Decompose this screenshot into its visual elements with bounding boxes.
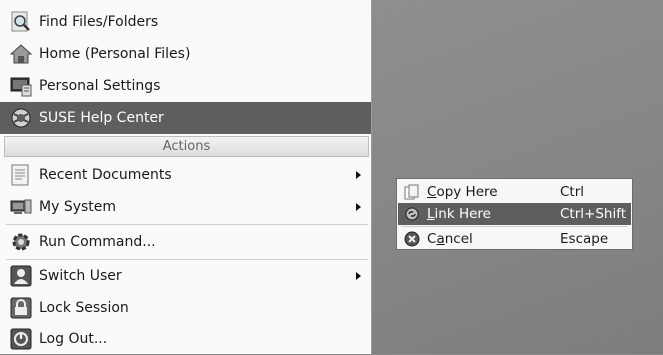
actions-section-header: Actions (4, 136, 369, 157)
menu-item-suse-help-center[interactable]: SUSE Help Center (0, 102, 371, 134)
run-command-icon (10, 231, 32, 253)
context-item-label: ink Here (434, 206, 491, 222)
search-icon (10, 11, 32, 33)
menu-item-log-out[interactable]: Log Out... (0, 323, 371, 355)
menu-item-label: Run Command... (39, 234, 156, 250)
menu-item-label: Switch User (39, 268, 122, 284)
menu-item-label: SUSE Help Center (39, 110, 164, 126)
context-item-cancel[interactable]: Cancel Escape (398, 228, 631, 250)
menu-item-label: Log Out... (39, 331, 108, 347)
start-menu: Find Files/Folders Home (Personal Files)… (0, 0, 372, 354)
menu-item-switch-user[interactable]: Switch User (0, 260, 371, 292)
desktop-background[interactable] (372, 0, 663, 354)
section-header-label: Actions (162, 139, 211, 154)
context-item-link-here[interactable]: Link Here Ctrl+Shift (398, 203, 631, 225)
home-icon (10, 43, 32, 65)
context-item-mnemonic: L (427, 206, 435, 222)
menu-item-label: Recent Documents (39, 167, 172, 183)
lock-icon (10, 297, 32, 319)
menu-separator (6, 224, 368, 225)
context-menu-separator (401, 226, 628, 227)
menu-item-my-system[interactable]: My System (0, 191, 371, 223)
menu-item-label: Lock Session (39, 300, 129, 316)
documents-icon (10, 164, 32, 186)
menu-item-label: Home (Personal Files) (39, 46, 191, 62)
menu-item-recent-documents[interactable]: Recent Documents (0, 159, 371, 191)
context-item-copy-here[interactable]: Copy Here Ctrl (398, 181, 631, 203)
menu-item-label: Find Files/Folders (39, 14, 159, 30)
logout-icon (10, 328, 32, 350)
help-icon (10, 107, 32, 129)
menu-item-personal-settings[interactable]: Personal Settings (0, 70, 371, 102)
submenu-arrow-icon (356, 272, 361, 280)
menu-item-label: Personal Settings (39, 78, 161, 94)
menu-item-label: My System (39, 199, 117, 215)
copy-icon (404, 184, 420, 200)
settings-icon (10, 75, 32, 97)
context-item-shortcut: Ctrl+Shift (560, 206, 627, 222)
context-item-shortcut: Escape (560, 231, 609, 247)
user-icon (10, 265, 32, 287)
drop-context-menu: Copy Here Ctrl Link Here Ctrl+Shift Canc… (396, 178, 633, 250)
menu-item-run-command[interactable]: Run Command... (0, 226, 371, 258)
menu-item-lock-session[interactable]: Lock Session (0, 292, 371, 324)
submenu-arrow-icon (356, 171, 361, 179)
menu-item-find-files[interactable]: Find Files/Folders (0, 6, 371, 38)
context-item-shortcut: Ctrl (560, 184, 585, 200)
context-item-label: ncel (444, 231, 473, 247)
computer-icon (10, 196, 32, 218)
menu-item-home[interactable]: Home (Personal Files) (0, 38, 371, 70)
context-item-mnemonic: a (436, 231, 445, 247)
link-icon (404, 206, 420, 222)
submenu-arrow-icon (356, 203, 361, 211)
cancel-icon (404, 231, 420, 247)
context-item-label: opy Here (436, 184, 498, 200)
